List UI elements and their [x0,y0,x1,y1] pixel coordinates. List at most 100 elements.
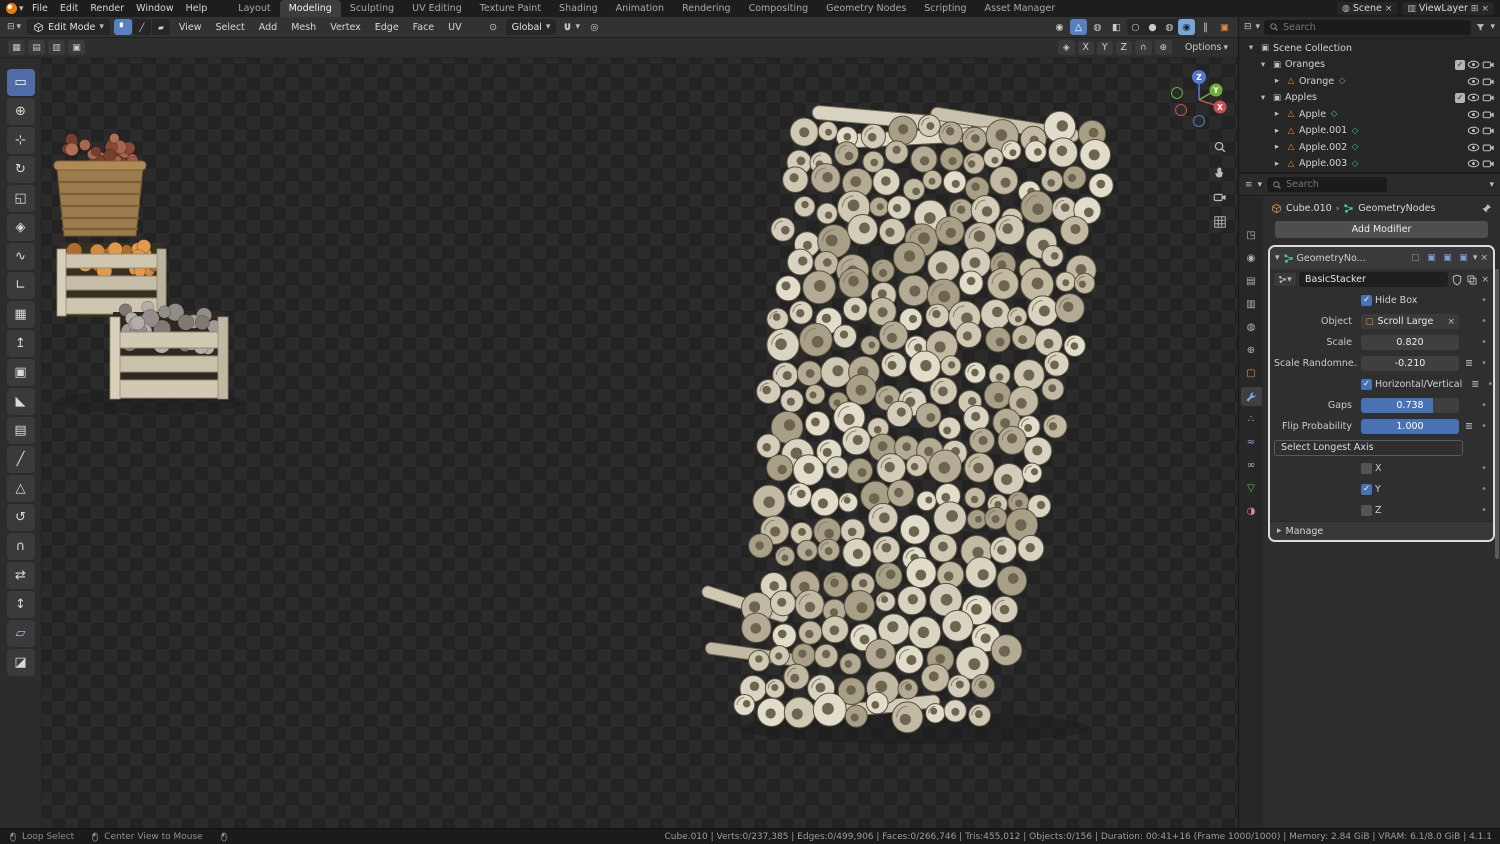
menu-add[interactable]: Add [254,22,282,33]
tab-texture-paint[interactable]: Texture Paint [471,0,550,17]
tab-compositing[interactable]: Compositing [740,0,818,17]
gizmo-neg-z-ball[interactable] [1193,115,1205,127]
render-visibility-icon[interactable] [1482,91,1495,104]
manage-subpanel[interactable]: ▸ Manage [1270,521,1493,540]
vertex-select-mode-button[interactable]: ▘ [113,19,132,35]
select-longest-axis-box[interactable]: Select Longest Axis [1274,439,1463,456]
mirror-y-button[interactable]: Y [1096,40,1113,55]
collection-checkbox[interactable]: ✓ [1455,92,1465,103]
tab-material[interactable]: ◑ [1241,502,1262,521]
snap-toggle-button[interactable]: ▾ [560,19,582,35]
properties-search[interactable] [1267,177,1388,192]
tool-bevel-button[interactable]: ◣ [6,388,35,415]
render-visibility-icon[interactable] [1482,75,1495,88]
tab-view-layer[interactable]: ▥ [1241,295,1262,314]
tool-smooth-button[interactable]: ∩ [6,533,35,560]
mirror-x-button[interactable]: X [1077,40,1094,55]
add-modifier-button[interactable]: Add Modifier [1275,221,1488,238]
menu-render[interactable]: Render [84,0,130,17]
tab-scene[interactable]: ◍ [1241,318,1262,337]
tab-sculpting[interactable]: Sculpting [341,0,403,17]
animate-dot[interactable]: • [1485,379,1493,390]
menu-uv[interactable]: UV [443,22,466,33]
expand-chevron-icon[interactable]: ▾ [1257,60,1269,70]
input-attribute-toggle-icon[interactable]: ≣ [1468,379,1482,390]
show-gizmo-button[interactable]: △ [1070,19,1087,35]
hide-eye-icon[interactable] [1467,157,1480,170]
expand-chevron-icon[interactable]: ▸ [1271,142,1283,152]
tab-object-data[interactable]: ▽ [1241,479,1262,498]
outliner-row-orange[interactable]: ▸ △ Orange ◇ [1239,73,1500,90]
gaps-slider[interactable]: 0.738 [1361,398,1459,413]
menu-help[interactable]: Help [180,0,214,17]
animate-dot[interactable]: • [1479,463,1489,474]
visibility-dropdown-button[interactable]: ◉ [1051,19,1068,35]
tool-spin-button[interactable]: ↺ [6,504,35,531]
hide-eye-icon[interactable] [1467,124,1480,137]
input-attribute-toggle-icon[interactable]: ≣ [1462,421,1476,432]
animate-dot[interactable]: • [1479,358,1489,369]
expand-chevron-icon[interactable]: ▸ [1271,159,1283,169]
modifier-edit-mode-toggle[interactable]: ▢ [1409,252,1422,265]
shading-material-button[interactable]: ◍ [1161,19,1178,35]
modifier-expand-chevron-icon[interactable]: ▾ [1275,253,1280,263]
tab-layout[interactable]: Layout [229,0,279,17]
outliner-row-apple-002[interactable]: ▸ △ Apple.002 ◇ [1239,139,1500,156]
outliner-row-apple[interactable]: ▸ △ Apple ◇ [1239,106,1500,123]
tool-knife-button[interactable]: ╱ [6,446,35,473]
tab-output[interactable]: ▤ [1241,272,1262,291]
modifier-name[interactable]: GeometryNo... [1297,253,1366,264]
tool-poly-build-button[interactable]: △ [6,475,35,502]
tab-asset-manager[interactable]: Asset Manager [976,0,1065,17]
animate-dot[interactable]: • [1479,484,1489,495]
menu-view[interactable]: View [174,22,207,33]
tab-world[interactable]: ⊕ [1241,341,1262,360]
expand-chevron-icon[interactable]: ▾ [1257,93,1269,103]
tab-object[interactable]: ▢ [1241,364,1262,383]
unlink-icon[interactable]: × [1481,275,1489,285]
animate-dot[interactable]: • [1479,400,1489,411]
menu-edge[interactable]: Edge [370,22,404,33]
pivot-point-button[interactable]: ⊙ [485,19,502,35]
breadcrumb-object[interactable]: Cube.010 [1286,203,1332,214]
camera-view-icon[interactable] [1213,193,1227,202]
expand-chevron-icon[interactable]: ▸ [1271,109,1283,119]
animate-dot[interactable]: • [1479,316,1489,327]
snap-option-icon[interactable]: ∩ [1134,40,1152,55]
tab-constraints[interactable]: ∞ [1241,456,1262,475]
animate-dot[interactable]: • [1479,295,1489,306]
modifier-realtime-toggle[interactable]: ▣ [1425,252,1438,265]
hide-eye-icon[interactable] [1467,75,1480,88]
properties-editor-icon[interactable]: ≡ [1245,180,1253,190]
outliner-options-chevron-icon[interactable]: ▾ [1490,22,1495,32]
modifier-header[interactable]: ▾ GeometryNo... ▢ ▣ ▣ ▣ ▾ × [1270,247,1493,269]
render-visibility-icon[interactable] [1482,141,1495,154]
modifier-extras-chevron-icon[interactable]: ▾ [1473,253,1478,263]
tool-extrude-button[interactable]: ↥ [6,330,35,357]
viewport-3d[interactable]: Z Y X [0,38,1238,828]
render-visibility-icon[interactable] [1482,157,1495,170]
outliner-row-apple-001[interactable]: ▸ △ Apple.001 ◇ [1239,123,1500,140]
expand-chevron-icon[interactable]: ▾ [1245,43,1257,53]
tool-loop-cut-button[interactable]: ▤ [6,417,35,444]
collection-checkbox[interactable]: ✓ [1455,59,1465,70]
render-visibility-icon[interactable] [1482,108,1495,121]
face-select-mode-button[interactable]: ▰ [151,19,170,35]
tool-inset-button[interactable]: ▣ [6,359,35,386]
filter-icon[interactable] [1475,22,1486,33]
pin-icon[interactable] [1481,203,1492,214]
fake-user-shield-icon[interactable] [1451,274,1463,286]
tool-rotate-button[interactable]: ↻ [6,156,35,183]
duplicate-icon[interactable] [1466,274,1478,286]
outliner-row-apple-003[interactable]: ▸ △ Apple.003 ◇ [1239,156,1500,173]
gizmo-neg-y-ball[interactable] [1171,87,1183,99]
mirror-z-button[interactable]: Z [1115,40,1132,55]
axis-y-checkbox[interactable]: ✓ [1361,484,1372,495]
tool-select-box-button[interactable]: ▭ [6,69,35,96]
viewlayer-new-icon[interactable]: ⊞ [1471,4,1479,14]
tool-shear-button[interactable]: ▱ [6,620,35,647]
properties-scrollbar[interactable] [1495,269,1499,559]
tool-add-cube-button[interactable]: ▦ [6,301,35,328]
tab-particles[interactable]: ∴ [1241,410,1262,429]
outliner-editor-icon[interactable]: ⊟ [1244,22,1252,32]
